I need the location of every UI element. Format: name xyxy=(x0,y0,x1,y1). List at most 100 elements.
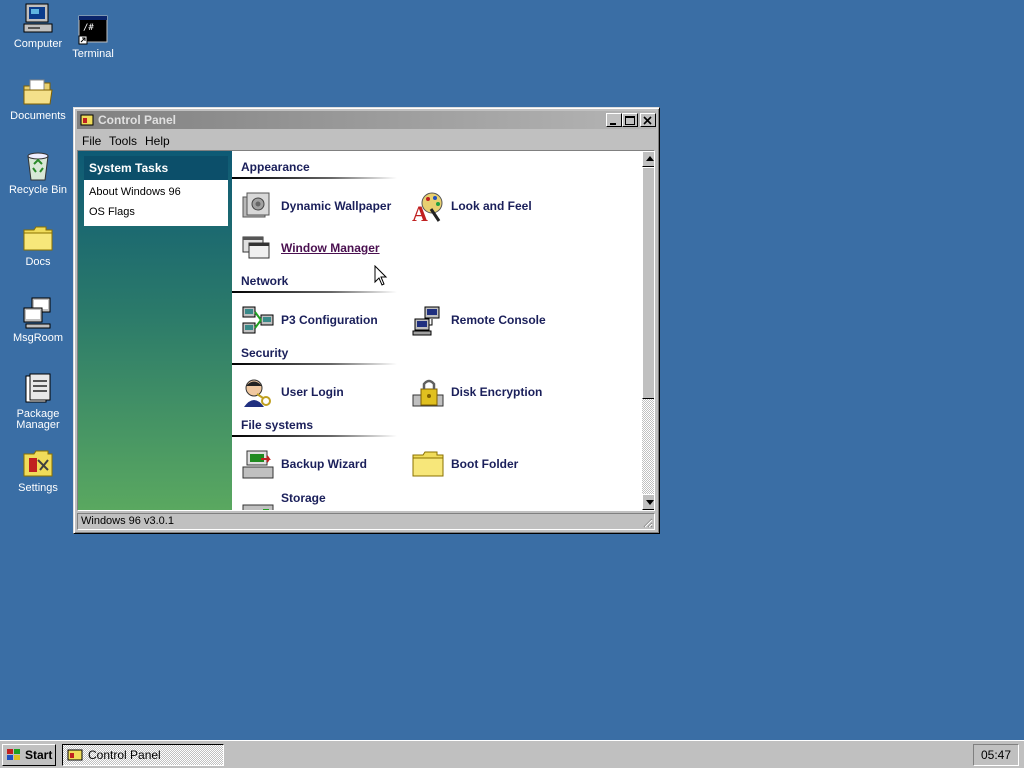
applet-label: Boot Folder xyxy=(451,457,519,471)
storage-drive-icon xyxy=(242,504,274,510)
menu-help[interactable]: Help xyxy=(145,134,170,148)
applet-label: Window Manager xyxy=(281,241,380,255)
menu-bar: File Tools Help xyxy=(77,131,656,151)
applet-backup-wizard[interactable]: Backup Wizard xyxy=(241,449,401,479)
applet-disk-encryption[interactable]: Disk Encryption xyxy=(411,377,571,407)
applet-p3-configuration[interactable]: P3 Configuration xyxy=(241,305,401,335)
scroll-up-button[interactable] xyxy=(642,151,654,167)
title-bar[interactable]: Control Panel xyxy=(77,111,656,129)
desktop-icon-docs[interactable]: Docs xyxy=(0,224,76,268)
desktop-icon-label: Terminal xyxy=(72,48,114,60)
backup-drive-icon xyxy=(242,450,274,479)
menu-file[interactable]: File xyxy=(82,134,101,148)
start-button[interactable]: Start xyxy=(2,744,56,766)
taskbar-button-control-panel[interactable]: Control Panel xyxy=(62,744,224,766)
settings-icon xyxy=(23,450,53,477)
desktop-icon-label: Recycle Bin xyxy=(8,184,68,196)
desktop-icon-recycle-bin[interactable]: Recycle Bin xyxy=(0,150,76,196)
desktop-icon-label: Package Manager xyxy=(16,408,60,431)
clock-text: 05:47 xyxy=(980,748,1012,762)
user-key-icon xyxy=(244,379,271,407)
taskbar: Start Control Panel 05:47 xyxy=(0,740,1024,768)
desktop-icon-label: Documents xyxy=(10,110,66,122)
section-divider xyxy=(232,435,397,437)
close-button[interactable] xyxy=(640,113,656,127)
computer-icon xyxy=(23,3,53,33)
scroll-thumb[interactable] xyxy=(642,167,654,399)
minimize-button[interactable] xyxy=(606,113,622,127)
desktop-icon-settings[interactable]: Settings xyxy=(0,448,76,494)
window-title: Control Panel xyxy=(98,113,177,127)
control-panel-icon xyxy=(67,749,83,761)
network-computers-icon xyxy=(242,306,274,334)
applet-label: Dynamic Wallpaper xyxy=(281,199,392,213)
documents-folder-icon xyxy=(23,79,53,105)
resize-grip-icon[interactable] xyxy=(641,516,653,528)
arrow-down-icon xyxy=(646,500,654,505)
menu-tools[interactable]: Tools xyxy=(109,134,137,148)
remote-console-icon xyxy=(412,306,440,336)
lock-drive-icon xyxy=(412,379,444,407)
vertical-scrollbar[interactable] xyxy=(642,151,654,510)
system-tasks-heading: System Tasks xyxy=(84,156,228,180)
system-tasks-list: About Windows 96 OS Flags xyxy=(84,180,228,226)
system-tray-clock[interactable]: 05:47 xyxy=(973,744,1019,766)
section-divider xyxy=(232,291,397,293)
applet-window-manager[interactable]: Window Manager xyxy=(241,233,401,263)
svg-text:/#: /# xyxy=(83,23,94,33)
package-manager-icon xyxy=(25,373,51,403)
task-link-os-flags[interactable]: OS Flags xyxy=(89,206,135,218)
control-panel-window[interactable]: Control Panel File Tools Help System Tas… xyxy=(73,107,660,534)
applet-dynamic-wallpaper[interactable]: Dynamic Wallpaper xyxy=(241,191,401,221)
section-title-file-systems: File systems xyxy=(241,418,314,432)
section-title-appearance: Appearance xyxy=(241,160,310,174)
minimize-icon xyxy=(610,123,616,125)
applet-remote-console[interactable]: Remote Console xyxy=(411,305,571,336)
system-tasks-panel: System Tasks About Windows 96 OS Flags xyxy=(84,156,228,226)
scroll-down-button[interactable] xyxy=(642,494,654,510)
applet-label: Disk Encryption xyxy=(451,385,543,399)
desktop-icon-msgroom[interactable]: MsgRoom xyxy=(0,296,76,344)
applet-label: P3 Configuration xyxy=(281,313,378,327)
applet-boot-folder[interactable]: Boot Folder xyxy=(411,449,571,479)
control-panel-icon xyxy=(80,114,94,126)
svg-text:A: A xyxy=(412,201,428,223)
window-manager-icon xyxy=(242,236,270,259)
applet-look-and-feel[interactable]: A Look and Feel xyxy=(411,191,571,223)
desktop-icon-terminal[interactable]: /# Terminal xyxy=(55,14,131,60)
section-title-network: Network xyxy=(241,274,289,288)
applet-user-login[interactable]: User Login xyxy=(241,377,401,407)
section-title-security: Security xyxy=(241,346,289,360)
applet-list: Appearance Dynamic Wallpaper A Look and … xyxy=(232,151,640,510)
scroll-track[interactable] xyxy=(642,399,654,494)
close-icon xyxy=(643,116,652,125)
maximize-icon xyxy=(625,116,635,125)
desktop-icon-label: Settings xyxy=(18,482,58,494)
applet-label: Storage xyxy=(281,491,326,505)
section-divider xyxy=(232,177,397,179)
section-divider xyxy=(232,363,397,365)
desktop-icon-package-manager[interactable]: Package Manager xyxy=(0,372,76,431)
desktop-icon-label: MsgRoom xyxy=(12,332,64,344)
desktop-icon-documents[interactable]: Documents xyxy=(0,78,76,122)
terminal-icon: /# xyxy=(78,15,108,45)
applet-label: Look and Feel xyxy=(451,199,532,213)
applet-label: User Login xyxy=(281,385,344,399)
mouse-cursor-icon xyxy=(374,265,388,286)
maximize-button[interactable] xyxy=(622,113,638,127)
start-logo-icon xyxy=(7,749,20,760)
status-text: Windows 96 v3.0.1 xyxy=(81,515,174,527)
msgroom-icon xyxy=(23,297,51,329)
recycle-bin-icon xyxy=(27,152,49,181)
start-label: Start xyxy=(25,748,53,762)
folder-icon xyxy=(412,451,444,477)
folder-icon xyxy=(23,226,53,251)
taskbar-button-label: Control Panel xyxy=(88,748,161,762)
sidebar: System Tasks About Windows 96 OS Flags xyxy=(78,151,232,510)
status-bar: Windows 96 v3.0.1 xyxy=(77,513,655,530)
desktop-icon-label: Docs xyxy=(25,256,51,268)
applet-label: Backup Wizard xyxy=(281,457,367,471)
task-link-about[interactable]: About Windows 96 xyxy=(89,186,181,198)
applet-storage[interactable]: Storage xyxy=(241,491,401,510)
control-panel-content: System Tasks About Windows 96 OS Flags A… xyxy=(77,150,655,511)
